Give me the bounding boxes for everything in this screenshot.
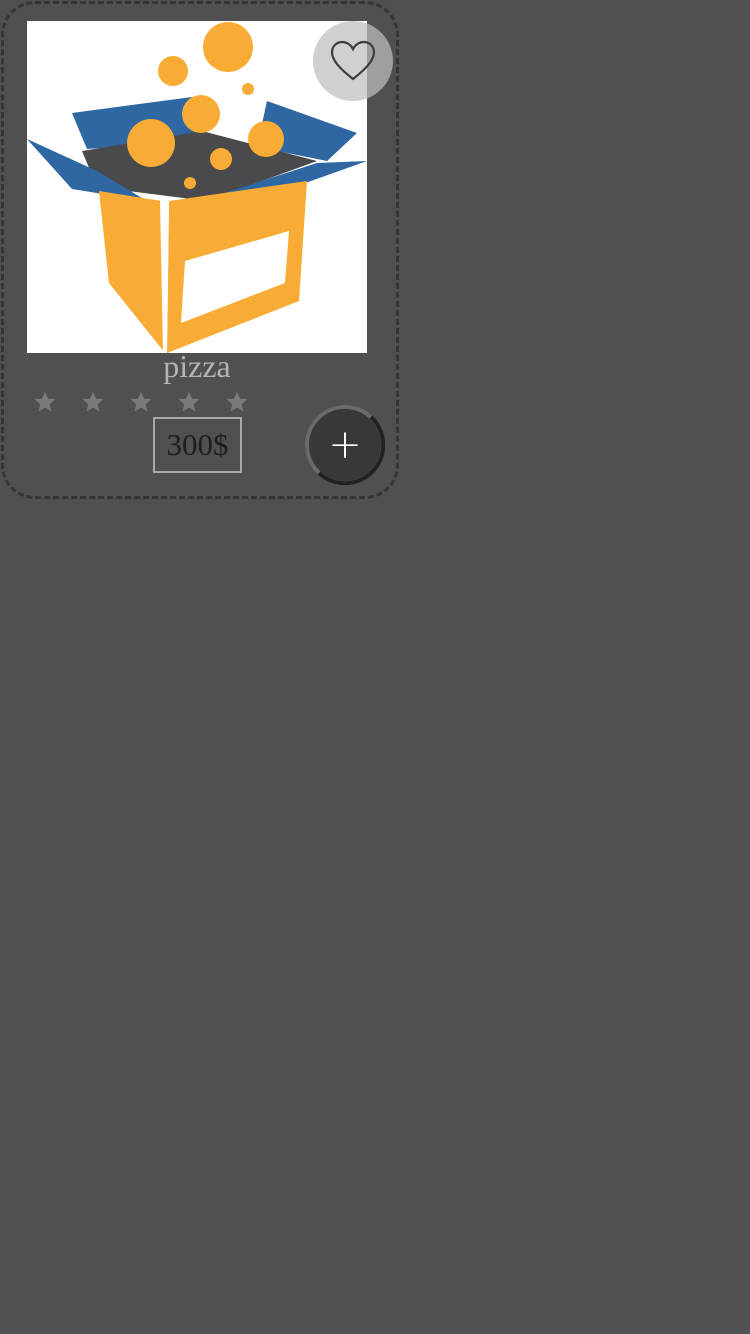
price-tag: 300$: [153, 417, 242, 473]
heart-outline-icon: [330, 40, 376, 81]
product-name: pizza: [163, 348, 231, 384]
star-icon[interactable]: [81, 390, 105, 414]
plus-icon: +: [328, 422, 362, 468]
rating-stars[interactable]: [33, 390, 249, 418]
star-icon[interactable]: [129, 390, 153, 414]
star-icon[interactable]: [33, 390, 57, 414]
star-icon[interactable]: [225, 390, 249, 414]
star-icon[interactable]: [177, 390, 201, 414]
favorite-button[interactable]: [313, 21, 393, 101]
add-to-cart-button[interactable]: +: [305, 405, 385, 485]
